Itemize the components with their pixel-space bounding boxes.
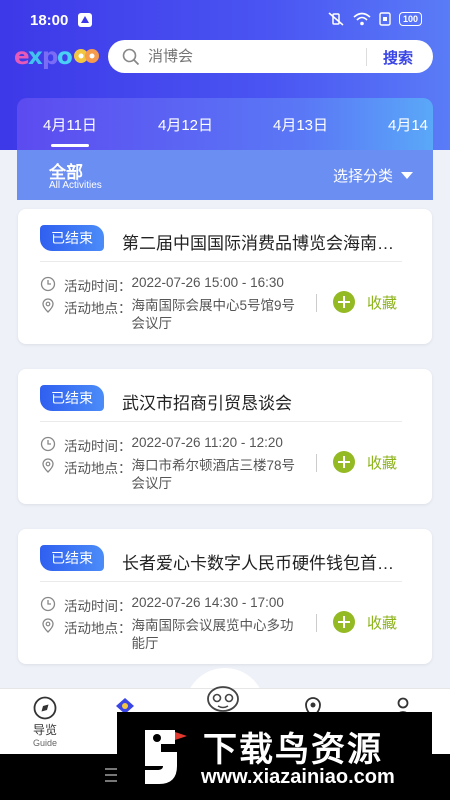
event-title[interactable]: 长者爱心卡数字人民币硬件钱包首… bbox=[122, 549, 422, 574]
expo-logo-graphic: e x p o bbox=[14, 44, 99, 70]
status-badge: 已结束 bbox=[40, 225, 104, 251]
sim-icon bbox=[379, 12, 391, 26]
collect-button[interactable]: 收藏 bbox=[333, 291, 397, 313]
location-pin-icon bbox=[42, 458, 54, 473]
card-divider bbox=[40, 261, 402, 262]
time-label: 活动时间： bbox=[64, 279, 132, 294]
category-subtitle: All Activities bbox=[49, 180, 102, 191]
event-card[interactable]: 已结束 长者爱心卡数字人民币硬件钱包首… 活动时间： 2022-07-26 14… bbox=[18, 529, 432, 664]
collect-button[interactable]: 收藏 bbox=[333, 451, 397, 473]
status-badge: 已结束 bbox=[40, 545, 104, 571]
tab-guide[interactable]: 导览 Guide bbox=[15, 695, 75, 748]
status-bar: 18:00 100 bbox=[0, 0, 450, 40]
watermark-overlay: 下载鸟资源 www.xiazainiao.com bbox=[117, 712, 432, 800]
collect-label: 收藏 bbox=[367, 614, 398, 632]
event-card[interactable]: 已结束 第二届中国国际消费品博览会海南… 活动时间： 2022-07-26 15… bbox=[18, 209, 432, 344]
tab-date-2[interactable]: 4月12日 bbox=[158, 114, 213, 135]
svg-text:x: x bbox=[28, 44, 43, 70]
svg-text:o: o bbox=[57, 44, 73, 70]
vertical-divider bbox=[316, 614, 317, 632]
wifi-icon bbox=[353, 12, 371, 26]
location-pin-icon bbox=[42, 618, 54, 633]
card-divider bbox=[40, 581, 402, 582]
watermark-url: www.xiazainiao.com bbox=[201, 766, 395, 788]
event-time: 2022-07-26 11:20 - 12:20 bbox=[131, 435, 283, 450]
category-bar: 全部 All Activities 选择分类 bbox=[17, 150, 433, 200]
clock-icon bbox=[40, 276, 56, 292]
search-bar: 搜索 bbox=[108, 40, 433, 73]
dropdown-arrow-icon bbox=[401, 172, 413, 179]
status-icons: 100 bbox=[327, 12, 422, 26]
vertical-divider bbox=[316, 454, 317, 472]
card-divider bbox=[40, 421, 402, 422]
time-label: 活动时间： bbox=[64, 599, 132, 614]
event-location: 海南国际会议展览中心多功能厅 bbox=[131, 618, 294, 651]
category-select-label: 选择分类 bbox=[332, 168, 393, 185]
event-time-row: 活动时间： 2022-07-26 15:00 - 16:30 bbox=[40, 275, 284, 295]
tab-guide-label: 导览 bbox=[32, 723, 57, 737]
compass-icon bbox=[33, 696, 57, 720]
event-time-row: 活动时间： 2022-07-26 14:30 - 17:00 bbox=[40, 595, 284, 615]
tab-date-3[interactable]: 4月13日 bbox=[273, 114, 328, 135]
event-location-row: 活动地点： 海南国际会议展览中心多功能厅 bbox=[40, 617, 307, 653]
app-notification-icon bbox=[78, 13, 92, 27]
event-card[interactable]: 已结束 武汉市招商引贸恳谈会 活动时间： 2022-07-26 11:20 - … bbox=[18, 369, 432, 504]
collect-button[interactable]: 收藏 bbox=[333, 611, 397, 633]
event-time: 2022-07-26 15:00 - 16:30 bbox=[131, 275, 284, 290]
location-label: 活动地点： bbox=[64, 461, 132, 476]
clock-icon bbox=[40, 596, 56, 612]
event-location: 海口市希尔顿酒店三楼78号会议厅 bbox=[131, 458, 296, 491]
mute-vibrate-icon bbox=[328, 12, 344, 26]
event-time: 2022-07-26 14:30 - 17:00 bbox=[131, 595, 284, 610]
search-divider bbox=[366, 48, 367, 66]
category-select[interactable]: 选择分类 bbox=[333, 165, 413, 186]
date-tabs: 4月11日 4月12日 4月13日 4月14 bbox=[17, 98, 433, 150]
collect-label: 收藏 bbox=[367, 294, 398, 312]
search-input[interactable] bbox=[148, 48, 348, 65]
add-icon bbox=[333, 451, 355, 473]
battery-indicator: 100 bbox=[398, 12, 422, 26]
bird-logo-icon bbox=[145, 730, 187, 784]
status-badge: 已结束 bbox=[40, 385, 104, 411]
mascot-icon[interactable] bbox=[204, 684, 242, 714]
watermark-title: 下载鸟资源 bbox=[203, 731, 383, 769]
event-location-row: 活动地点： 海南国际会展中心5号馆9号会议厅 bbox=[40, 297, 307, 333]
tab-date-4[interactable]: 4月14 bbox=[388, 114, 428, 135]
expo-logo: e x p o bbox=[14, 42, 104, 72]
location-pin-icon bbox=[42, 298, 54, 313]
event-time-row: 活动时间： 2022-07-26 11:20 - 12:20 bbox=[40, 435, 283, 455]
location-label: 活动地点： bbox=[64, 301, 132, 316]
event-location: 海南国际会展中心5号馆9号会议厅 bbox=[131, 298, 296, 331]
event-title[interactable]: 第二届中国国际消费品博览会海南… bbox=[122, 229, 422, 254]
add-icon bbox=[333, 611, 355, 633]
search-button[interactable]: 搜索 bbox=[383, 47, 413, 68]
collect-label: 收藏 bbox=[367, 454, 398, 472]
vertical-divider bbox=[316, 294, 317, 312]
clock-icon bbox=[40, 436, 56, 452]
add-icon bbox=[333, 291, 355, 313]
time-label: 活动时间： bbox=[64, 439, 132, 454]
search-icon bbox=[122, 48, 140, 65]
location-label: 活动地点： bbox=[64, 621, 132, 636]
event-title[interactable]: 武汉市招商引贸恳谈会 bbox=[122, 389, 422, 414]
tab-date-1[interactable]: 4月11日 bbox=[43, 114, 97, 147]
tab-guide-sublabel: Guide bbox=[32, 738, 58, 748]
status-time: 18:00 bbox=[30, 12, 69, 29]
event-location-row: 活动地点： 海口市希尔顿酒店三楼78号会议厅 bbox=[40, 457, 307, 493]
svg-text:p: p bbox=[42, 44, 58, 70]
